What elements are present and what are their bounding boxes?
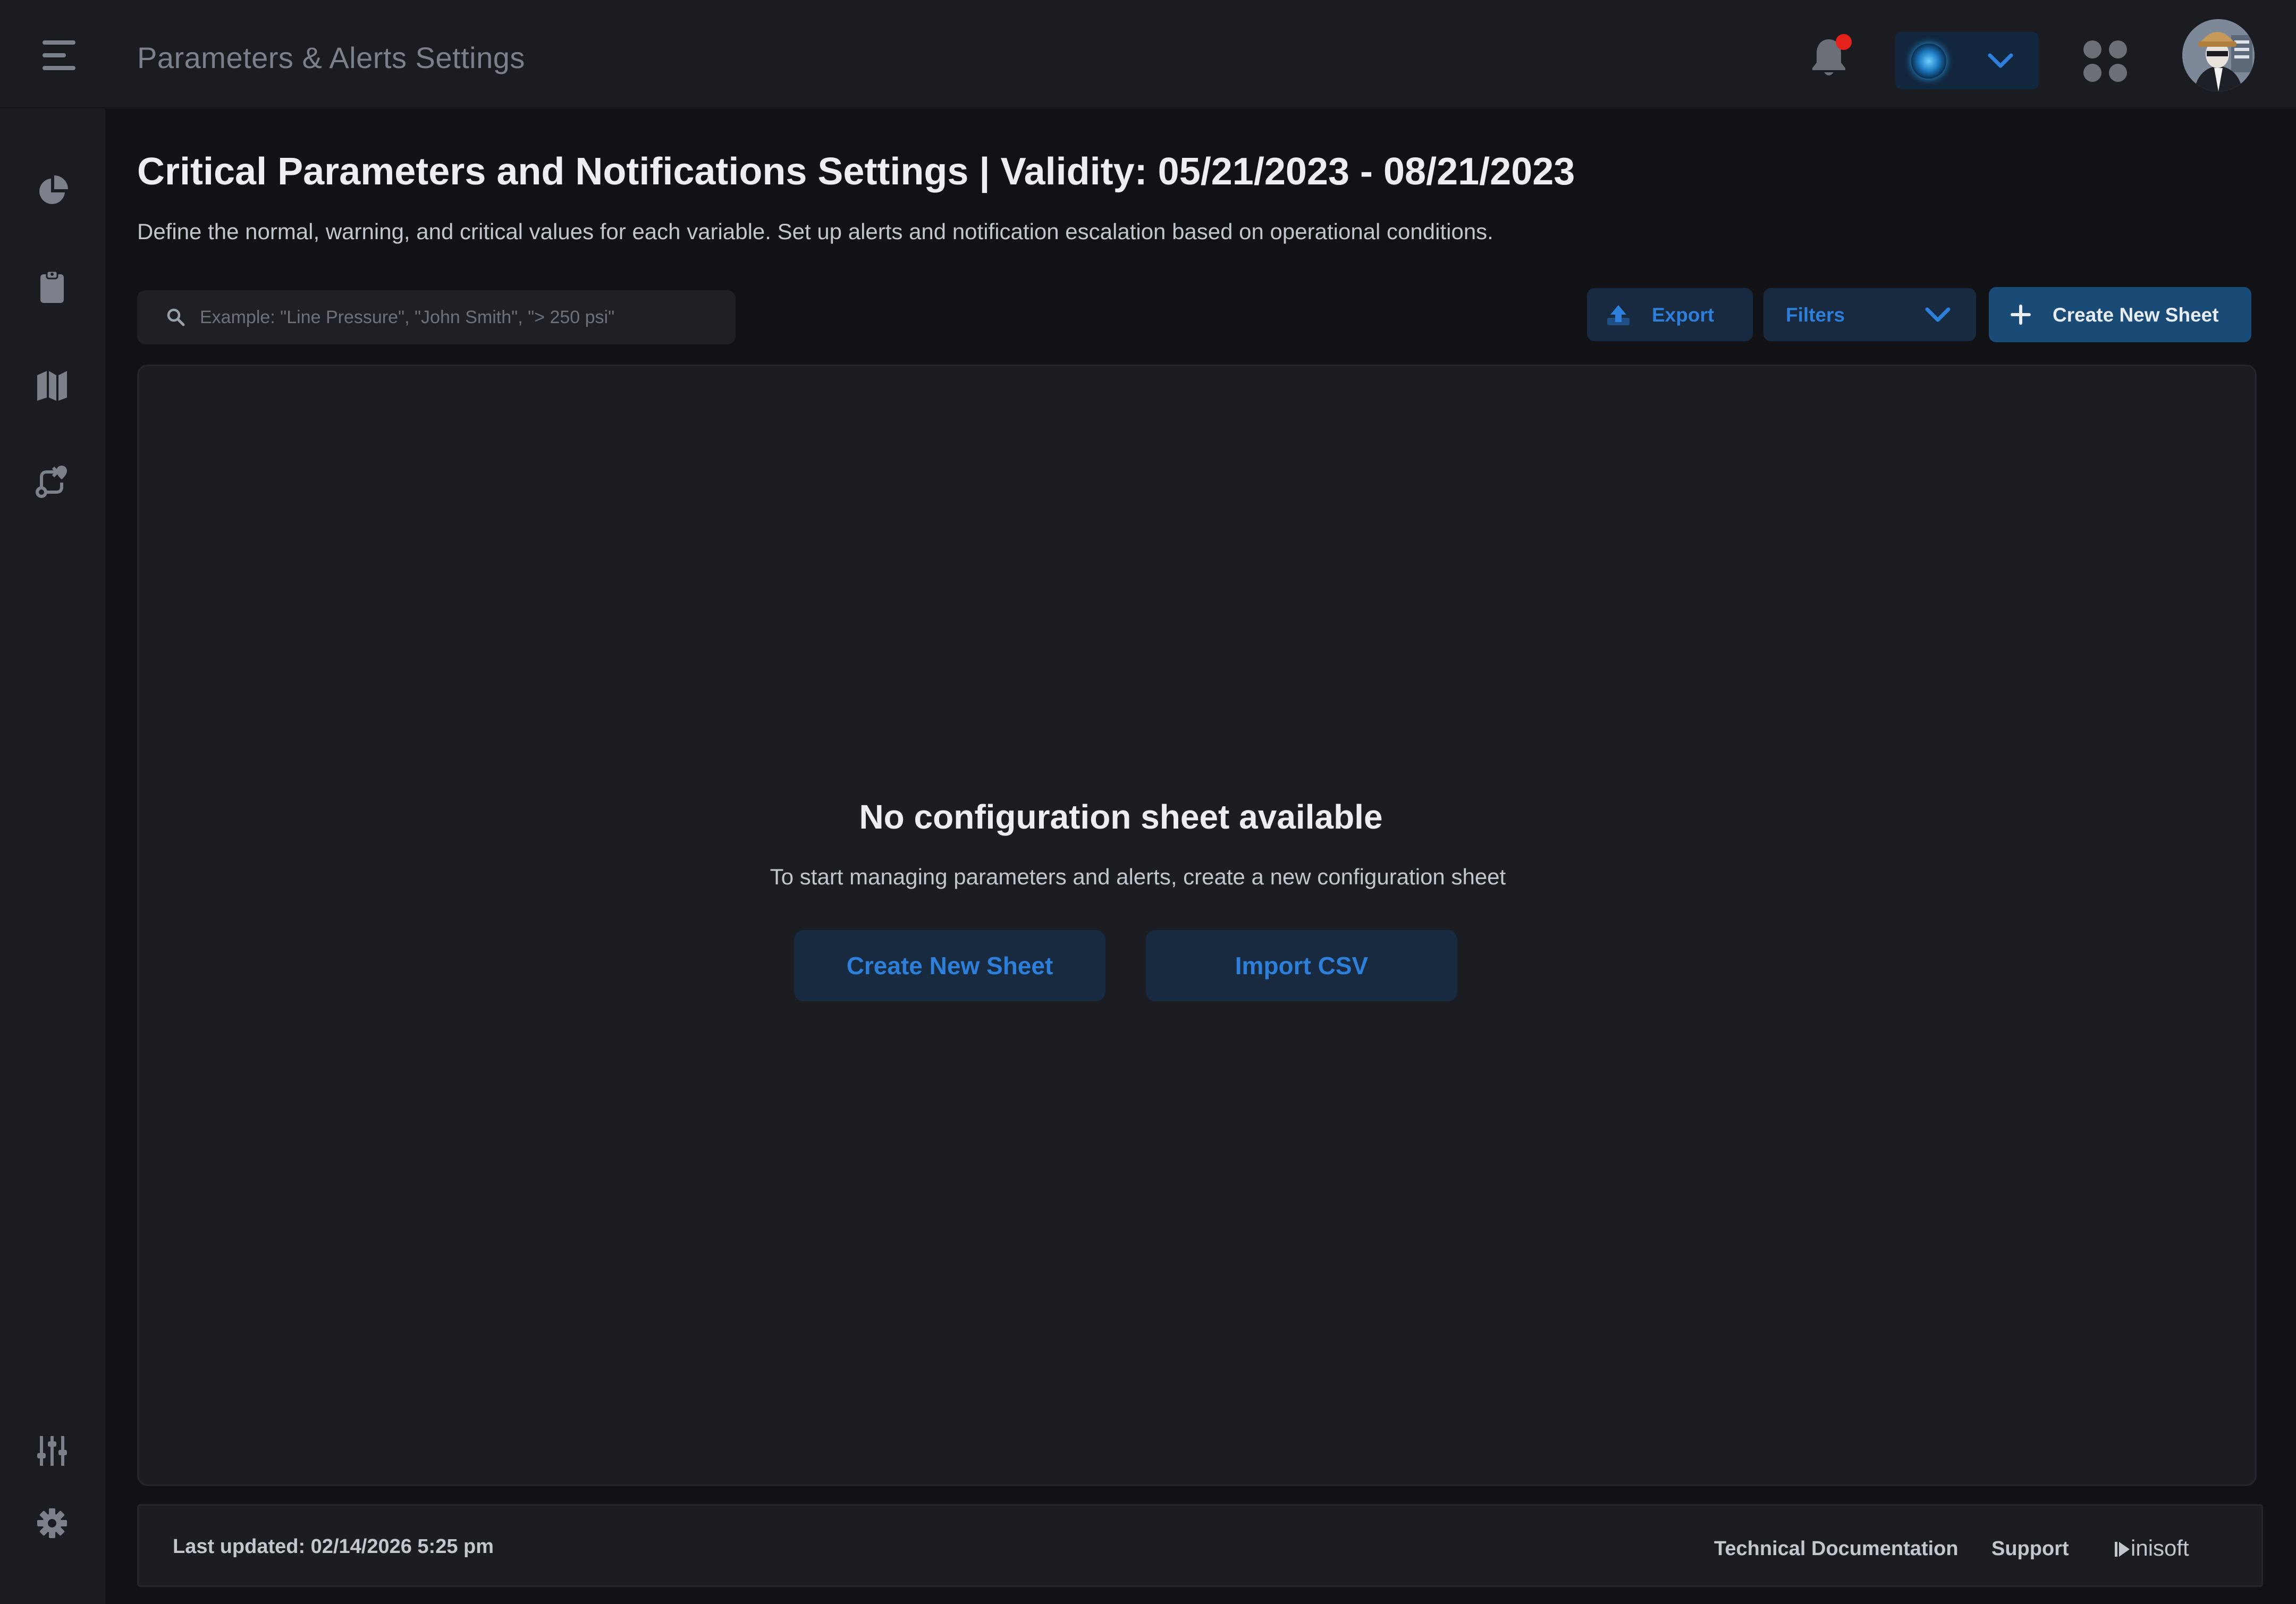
site-selector-dropdown[interactable] — [1895, 32, 2039, 89]
search-input[interactable] — [199, 290, 720, 344]
pie-chart-icon[interactable] — [33, 172, 71, 210]
chevron-down-icon — [1925, 307, 1951, 322]
notifications-bell-icon[interactable] — [1805, 33, 1853, 81]
upload-icon — [1607, 305, 1630, 325]
notification-badge — [1836, 34, 1852, 50]
empty-state-subtitle: To start managing parameters and alerts,… — [770, 864, 1506, 889]
plus-icon — [2011, 305, 2031, 325]
empty-create-new-sheet-button[interactable]: Create New Sheet — [794, 930, 1105, 1001]
footer: Last updated: 02/14/2026 5:25 pm Technic… — [137, 1504, 2263, 1587]
filters-dropdown[interactable]: Filters — [1763, 288, 1976, 341]
sidebar — [0, 108, 105, 1604]
route-icon[interactable] — [33, 461, 71, 500]
last-updated-text: Last updated: 02/14/2026 5:25 pm — [173, 1535, 494, 1558]
support-link[interactable]: Support — [1991, 1538, 2069, 1560]
page-description: Define the normal, warning, and critical… — [137, 219, 1493, 244]
search-icon — [167, 308, 185, 326]
hamburger-menu-icon[interactable] — [39, 36, 80, 73]
empty-state-title: No configuration sheet available — [859, 798, 1383, 836]
create-new-sheet-button[interactable]: Create New Sheet — [1989, 287, 2251, 342]
brand-logo: inisoft — [2115, 1535, 2189, 1561]
apps-grid-icon[interactable] — [2081, 39, 2129, 82]
map-icon[interactable] — [33, 366, 71, 404]
export-button-label: Export — [1652, 304, 1715, 326]
search-box — [137, 290, 736, 344]
import-csv-button[interactable]: Import CSV — [1146, 930, 1457, 1001]
chevron-down-icon — [1988, 53, 2013, 68]
top-bar: Parameters & Alerts Settings — [0, 0, 2296, 108]
gear-icon[interactable] — [33, 1504, 71, 1542]
filters-label: Filters — [1786, 304, 1845, 326]
globe-icon — [1911, 44, 1946, 79]
clipboard-icon[interactable] — [33, 268, 71, 306]
technical-documentation-link[interactable]: Technical Documentation — [1714, 1538, 1959, 1560]
app-title: Parameters & Alerts Settings — [137, 41, 525, 74]
page-title: Critical Parameters and Notifications Se… — [137, 150, 1575, 193]
sliders-icon[interactable] — [33, 1432, 71, 1470]
export-button[interactable]: Export — [1587, 288, 1753, 341]
config-sheet-panel — [137, 365, 2257, 1486]
create-new-sheet-label: Create New Sheet — [2053, 304, 2219, 326]
play-logo-icon — [2115, 1542, 2130, 1557]
user-avatar[interactable] — [2182, 19, 2255, 91]
brand-name: inisoft — [2131, 1535, 2189, 1560]
